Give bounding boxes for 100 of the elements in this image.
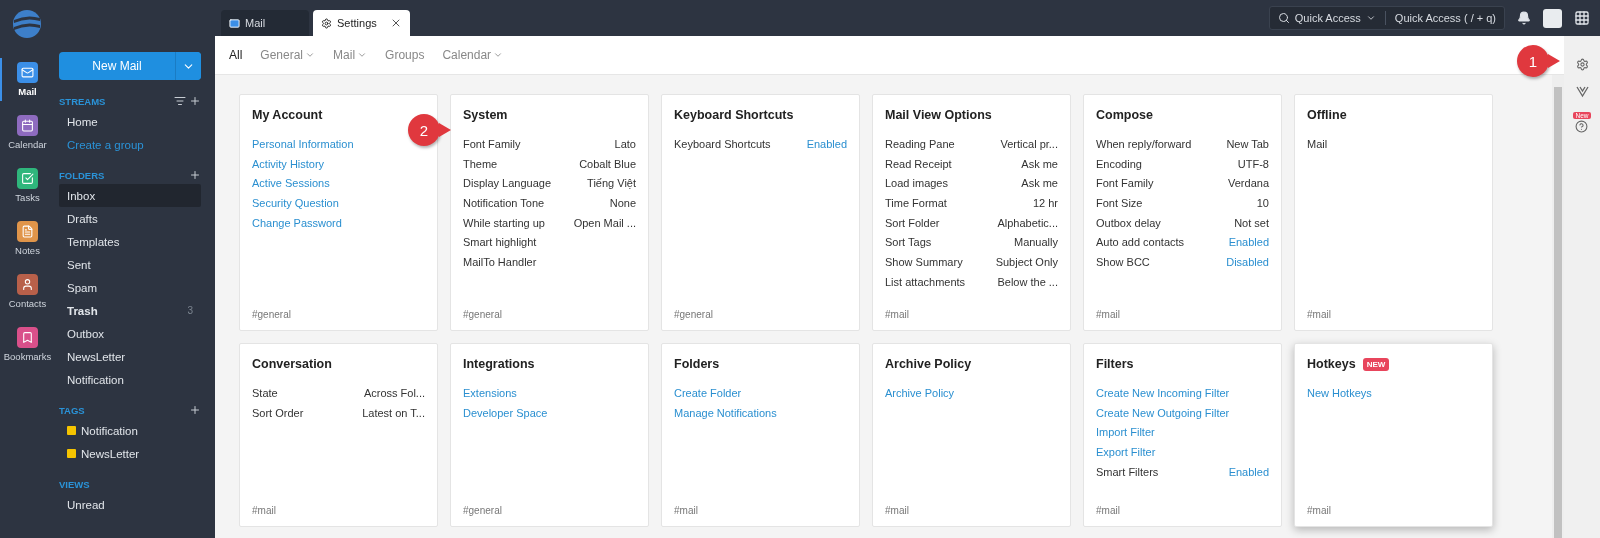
quick-access-label: Quick Access xyxy=(1294,12,1361,24)
app-button[interactable]: Tasks xyxy=(0,164,53,207)
settings-link[interactable]: Export Filter xyxy=(1096,445,1156,458)
setting-value[interactable]: Enabled xyxy=(806,137,847,150)
settings-link[interactable]: New Hotkeys xyxy=(1307,386,1372,399)
settings-link[interactable]: Archive Policy xyxy=(885,386,955,399)
tab-label: Mail xyxy=(245,17,266,29)
help-icon[interactable] xyxy=(1575,120,1589,133)
filter-icon[interactable] xyxy=(174,95,186,107)
setting-label: Font Size xyxy=(1096,196,1143,209)
card-tag: #general xyxy=(463,309,636,320)
tag-item[interactable]: Notification xyxy=(81,424,138,437)
setting-value: UTF-8 xyxy=(1237,157,1269,170)
bell-icon[interactable] xyxy=(1517,11,1531,25)
folder-item[interactable]: Sent xyxy=(59,253,201,276)
settings-link[interactable]: Developer Space xyxy=(463,406,548,419)
add-icon[interactable] xyxy=(189,95,201,107)
settings-nav-item[interactable]: Calendar xyxy=(442,48,504,62)
avatar[interactable] xyxy=(1543,8,1562,28)
folder-item[interactable]: Templates xyxy=(59,230,201,253)
settings-link[interactable]: Active Sessions xyxy=(252,177,330,190)
tag-item[interactable]: NewsLetter xyxy=(81,447,140,460)
setting-value: Across Fol... xyxy=(363,386,425,399)
card-title: Hotkeys xyxy=(1307,357,1356,371)
settings-link[interactable]: Activity History xyxy=(252,157,325,170)
app-button[interactable]: Bookmarks xyxy=(0,323,53,366)
app-button[interactable]: Contacts xyxy=(0,270,53,313)
note-icon xyxy=(21,225,34,238)
setting-value: Open Mail ... xyxy=(573,216,636,229)
card-title: System xyxy=(463,108,508,122)
setting-label: Sort Folder xyxy=(885,216,940,229)
card-tag: #mail xyxy=(1096,505,1269,516)
setting-label: Show BCC xyxy=(1096,255,1150,268)
setting-label: List attachments xyxy=(885,275,966,288)
folder-item[interactable]: NewsLetter xyxy=(59,345,201,368)
setting-label: Mail xyxy=(1307,137,1328,150)
setting-label: Encoding xyxy=(1096,157,1142,170)
app-button[interactable]: Calendar xyxy=(0,111,53,154)
app-button[interactable]: Mail xyxy=(0,58,53,101)
person-icon xyxy=(21,278,34,291)
search-icon xyxy=(1277,12,1290,24)
setting-value: Below the ... xyxy=(997,275,1058,288)
settings-nav-item[interactable]: Groups xyxy=(385,48,425,62)
apps-grid-icon[interactable] xyxy=(1574,10,1590,26)
settings-link[interactable]: Import Filter xyxy=(1096,426,1155,439)
setting-value[interactable]: Disabled xyxy=(1226,255,1269,268)
settings-link[interactable]: Manage Notifications xyxy=(674,406,777,419)
tab[interactable]: Settings xyxy=(313,10,410,36)
tab-label: Settings xyxy=(337,17,377,29)
card-title: Folders xyxy=(674,357,720,371)
card-tag: #general xyxy=(463,505,636,516)
quick-access-field[interactable]: Quick Access Quick Access ( / + q) xyxy=(1268,6,1505,30)
settings-link[interactable]: Change Password xyxy=(252,216,342,229)
card-tag: #mail xyxy=(885,309,1058,320)
setting-value[interactable]: Enabled xyxy=(1228,465,1269,478)
create-group-link[interactable]: Create a group xyxy=(59,133,201,156)
setting-label: Reading Pane xyxy=(885,137,955,150)
settings-link[interactable]: Personal Information xyxy=(252,137,354,150)
folder-item[interactable]: Notification xyxy=(59,368,201,391)
chevron-down-icon xyxy=(1365,13,1376,23)
add-icon[interactable] xyxy=(189,404,201,416)
tab[interactable]: Mail xyxy=(221,10,309,36)
section-title: TAGS xyxy=(59,404,85,416)
folder-item[interactable]: Outbox xyxy=(59,322,201,345)
add-icon[interactable] xyxy=(189,169,201,181)
card-title: Keyboard Shortcuts xyxy=(674,108,794,122)
settings-nav-item[interactable]: All xyxy=(229,48,243,62)
settings-link[interactable]: Create New Outgoing Filter xyxy=(1096,406,1230,419)
mail-icon xyxy=(229,17,240,29)
settings-link[interactable]: Create Folder xyxy=(674,386,742,399)
chevron-down-icon xyxy=(493,50,504,60)
view-item[interactable]: Unread xyxy=(59,493,201,516)
folder-item[interactable]: Inbox xyxy=(59,184,201,207)
folder-item[interactable]: Drafts xyxy=(59,207,201,230)
gear-icon xyxy=(321,17,332,29)
setting-value: None xyxy=(609,196,636,209)
new-badge: NEW xyxy=(1362,357,1390,371)
folder-item[interactable]: Spam xyxy=(59,276,201,299)
settings-nav-item[interactable]: General xyxy=(260,48,316,62)
folder-item[interactable]: Trash 3 xyxy=(59,299,201,322)
app-button[interactable]: Notes xyxy=(0,217,53,260)
card-tag: #mail xyxy=(1096,309,1269,320)
setting-value[interactable]: Enabled xyxy=(1228,236,1269,249)
setting-value: Ask me xyxy=(1021,157,1058,170)
setting-label: State xyxy=(252,386,278,399)
setting-value: Latest on T... xyxy=(362,406,425,419)
setting-label: Load images xyxy=(885,177,948,190)
stream-item[interactable]: Home xyxy=(59,110,201,133)
bookmark-icon xyxy=(21,331,34,344)
settings-nav-item[interactable]: Mail xyxy=(333,48,368,62)
card-tag: #mail xyxy=(1307,505,1480,516)
settings-link[interactable]: Security Question xyxy=(252,196,339,209)
shortcut-hint: Quick Access ( / + q) xyxy=(1394,12,1496,24)
settings-link[interactable]: Create New Incoming Filter xyxy=(1096,386,1230,399)
setting-label: Show Summary xyxy=(885,255,963,268)
setting-value: 10 xyxy=(1256,196,1269,209)
section-title: VIEWS xyxy=(59,478,90,490)
setting-value: Verdana xyxy=(1228,177,1269,190)
settings-link[interactable]: Extensions xyxy=(463,386,517,399)
setting-label: Font Family xyxy=(463,137,521,150)
